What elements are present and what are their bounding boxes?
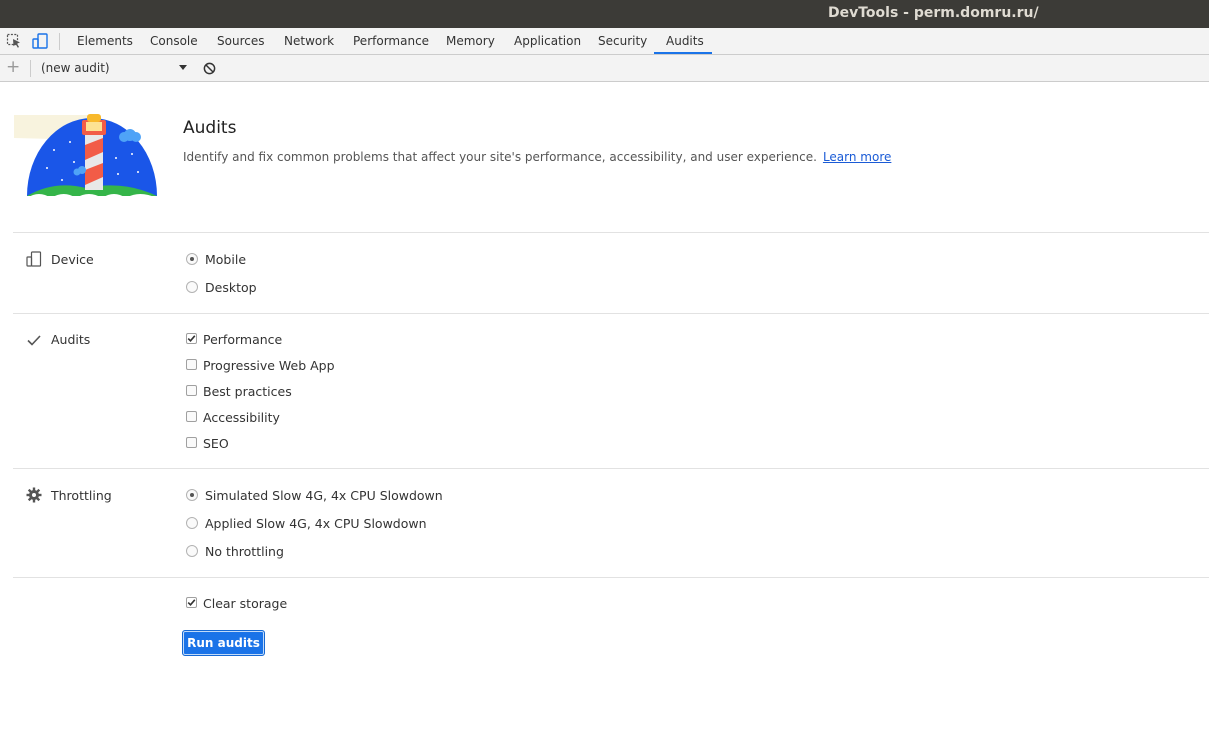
device-icon xyxy=(26,251,42,267)
throttling-section-label: Throttling xyxy=(51,488,112,503)
option-label: No throttling xyxy=(205,544,284,559)
radio-simulated[interactable] xyxy=(186,489,198,501)
radio-desktop[interactable] xyxy=(186,281,198,293)
option-label: Clear storage xyxy=(203,596,288,611)
checkbox-performance[interactable] xyxy=(186,333,197,344)
window-titlebar: DevTools - perm.domru.ru/ xyxy=(0,0,1209,28)
devtools-tabbar: Elements Console Sources Network Perform… xyxy=(0,28,1209,55)
description-text: Identify and fix common problems that af… xyxy=(183,150,817,164)
clear-icon[interactable] xyxy=(203,62,216,75)
tab-network[interactable]: Network xyxy=(284,28,334,55)
radio-applied[interactable] xyxy=(186,517,198,529)
active-tab-indicator xyxy=(654,52,712,54)
option-label: Simulated Slow 4G, 4x CPU Slowdown xyxy=(205,488,443,503)
option-label: Mobile xyxy=(205,252,247,267)
lighthouse-logo xyxy=(14,114,157,200)
device-section-label: Device xyxy=(51,252,94,267)
tab-audits[interactable]: Audits xyxy=(666,28,704,55)
option-label: Performance xyxy=(203,332,283,347)
tab-performance[interactable]: Performance xyxy=(353,28,429,55)
audit-select[interactable]: (new audit) xyxy=(41,61,110,75)
option-label: Best practices xyxy=(203,384,292,399)
checkbox-pwa[interactable] xyxy=(186,359,197,370)
checkbox-check-icon xyxy=(187,599,196,606)
tab-memory[interactable]: Memory xyxy=(446,28,495,55)
page-title: Audits xyxy=(183,118,237,138)
tab-elements[interactable]: Elements xyxy=(77,28,133,55)
audits-toolbar: + (new audit) xyxy=(0,55,1209,82)
radio-mobile[interactable] xyxy=(186,253,198,265)
checkbox-clear-storage[interactable] xyxy=(186,597,197,608)
learn-more-link[interactable]: Learn more xyxy=(823,150,891,164)
device-toggle-icon[interactable] xyxy=(32,33,48,49)
new-audit-button[interactable]: + xyxy=(6,57,20,77)
checkmark-icon xyxy=(27,335,41,346)
option-label: Applied Slow 4G, 4x CPU Slowdown xyxy=(205,516,427,531)
chevron-down-icon[interactable] xyxy=(179,65,187,70)
tab-application[interactable]: Application xyxy=(514,28,581,55)
checkbox-accessibility[interactable] xyxy=(186,411,197,422)
tab-security[interactable]: Security xyxy=(598,28,647,55)
gear-icon xyxy=(26,487,42,503)
section-divider xyxy=(13,313,1209,314)
checkbox-seo[interactable] xyxy=(186,437,197,448)
page-description: Identify and fix common problems that af… xyxy=(183,150,891,164)
option-label: SEO xyxy=(203,436,229,451)
option-label: Progressive Web App xyxy=(203,358,335,373)
option-label: Accessibility xyxy=(203,410,280,425)
section-divider xyxy=(13,468,1209,469)
toolbar-separator xyxy=(59,33,60,50)
section-divider xyxy=(13,232,1209,233)
checkbox-check-icon xyxy=(187,335,196,342)
option-label: Desktop xyxy=(205,280,257,295)
tab-sources[interactable]: Sources xyxy=(217,28,264,55)
run-audits-button[interactable]: Run audits xyxy=(182,630,265,656)
radio-no-throttling[interactable] xyxy=(186,545,198,557)
inspect-element-icon[interactable] xyxy=(6,33,22,49)
audits-section-label: Audits xyxy=(51,332,91,347)
tab-console[interactable]: Console xyxy=(150,28,198,55)
window-title: DevTools - perm.domru.ru/ xyxy=(828,5,1039,21)
toolbar-separator xyxy=(30,60,31,77)
section-divider xyxy=(13,577,1209,578)
checkbox-best-practices[interactable] xyxy=(186,385,197,396)
